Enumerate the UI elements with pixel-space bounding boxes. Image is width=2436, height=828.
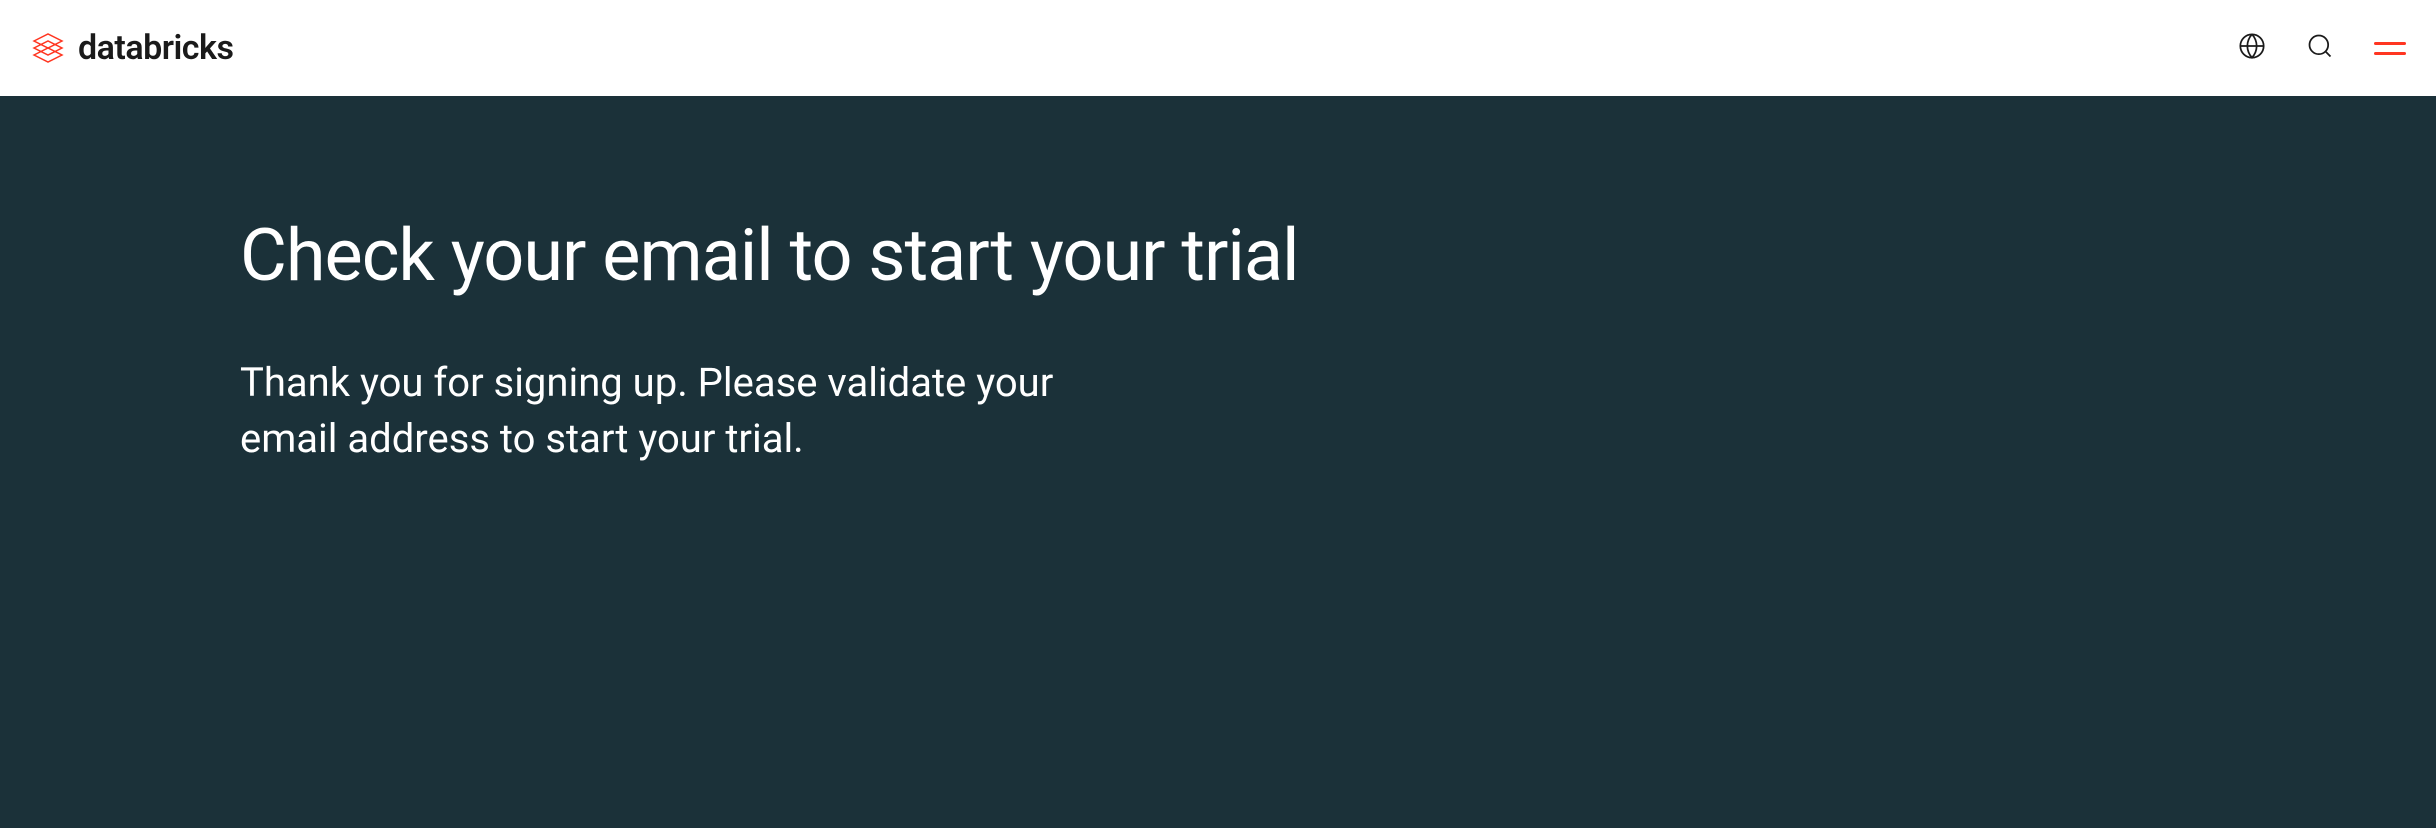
- hamburger-icon: [2374, 52, 2406, 55]
- header-actions: [2238, 32, 2406, 64]
- databricks-logo-icon: [30, 30, 66, 66]
- brand-name: databricks: [78, 28, 233, 68]
- globe-icon: [2238, 32, 2266, 64]
- hero-section: Check your email to start your trial Tha…: [0, 96, 2436, 828]
- page-subtitle: Thank you for signing up. Please validat…: [240, 355, 1140, 467]
- language-selector-button[interactable]: [2238, 32, 2266, 64]
- menu-button[interactable]: [2374, 42, 2406, 55]
- page-title: Check your email to start your trial: [240, 216, 2196, 295]
- brand-logo[interactable]: databricks: [30, 28, 233, 68]
- hamburger-icon: [2374, 42, 2406, 45]
- search-button[interactable]: [2306, 32, 2334, 64]
- header: databricks: [0, 0, 2436, 96]
- search-icon: [2306, 32, 2334, 64]
